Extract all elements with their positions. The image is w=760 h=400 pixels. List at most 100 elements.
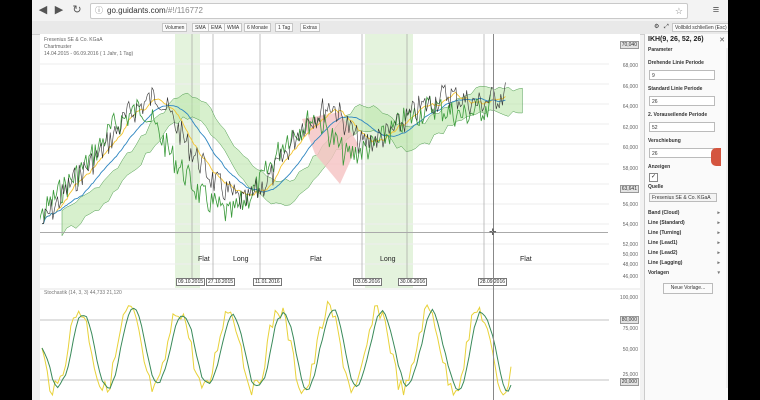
toolbar-interval-select[interactable]: 1 Tag (275, 23, 294, 32)
y-tick: 64,000 (622, 104, 638, 110)
y-tick: 56,000 (622, 202, 638, 208)
toolbar-volumen-button[interactable]: Volumen (162, 23, 188, 32)
new-template-button[interactable]: Neue Vorlage... (663, 283, 713, 294)
row-band-cloud[interactable]: Band (Cloud) ▸ (648, 210, 720, 216)
chevron-right-icon: ▸ (717, 260, 720, 266)
ichimoku-cloud (61, 85, 523, 237)
field-label: Anzeigen (648, 164, 671, 170)
browser-menu-icon[interactable]: ≡ (710, 3, 722, 17)
stoch-badge-upper: 80,000 (619, 316, 639, 324)
chevron-right-icon: ▸ (717, 250, 720, 256)
lead2-period-input[interactable]: 52 (649, 122, 715, 132)
stoch-d-line (41, 307, 512, 392)
price-badge-high: 70,040 (619, 41, 639, 49)
row-label: Line (Lead2) (648, 250, 678, 256)
standard-period-input[interactable]: 26 (649, 96, 715, 106)
price-badge-last: 63,641 (619, 185, 639, 193)
chart-toolbar: Volumen SMA EMA WMA 6 Monate 1 Tag Extra… (32, 21, 728, 35)
y-tick: 75,000 (622, 326, 638, 332)
row-line-turning[interactable]: Line (Turning) ▸ (648, 230, 720, 236)
row-line-lead2[interactable]: Line (Lead2) ▸ (648, 250, 720, 256)
phase-label-long: Long (233, 256, 249, 263)
close-icon[interactable]: ✕ (719, 36, 725, 44)
row-label: Line (Turning) (648, 230, 682, 236)
y-tick: 48,000 (622, 262, 638, 268)
y-tick: 54,000 (622, 222, 638, 228)
stochastic-chart-svg[interactable] (40, 290, 640, 400)
stochastic-chart[interactable]: Stochastik (14, 3, 3) 44,733 21,120 (40, 290, 640, 400)
field-label: Standard Linie Periode (648, 86, 703, 92)
row-label: Line (Standard) (648, 220, 685, 226)
show-checkbox[interactable]: ✓ (649, 173, 658, 182)
main-chart[interactable]: Fresenius SE & Co. KGaA Chartmuster 14.0… (40, 34, 640, 288)
source-select[interactable]: Fresenius SE & Co. KGaA (649, 193, 717, 202)
crosshair-horizontal (40, 232, 608, 233)
bookmark-star-icon[interactable]: ☆ (675, 4, 683, 18)
legend-range: 14.04.2015 - 06.09.2016 ( 1 Jahr, 1 Tag) (44, 51, 134, 57)
long-phase-band (175, 34, 200, 288)
stochastic-legend: Stochastik (14, 3, 3) 44,733 21,120 (44, 290, 122, 296)
y-tick: 66,000 (622, 84, 638, 90)
url-input[interactable]: ⓘ go.guidants.com/#!/116772 ☆ (90, 3, 688, 19)
crosshair-vertical (493, 34, 494, 400)
shift-input[interactable]: 26 (649, 148, 715, 158)
row-vorlagen[interactable]: Vorlagen ▾ (648, 270, 720, 276)
y-tick: 100,000 (619, 295, 638, 301)
chevron-right-icon: ▸ (717, 240, 720, 246)
toolbar-share-icon[interactable]: ⤢ (662, 23, 671, 32)
price-chart-svg[interactable] (40, 34, 640, 288)
address-bar-row: ◀ ▶ ↻ ⓘ go.guidants.com/#!/116772 ☆ ≡ (32, 0, 728, 22)
panel-title: IKH(9, 26, 52, 26) (648, 36, 704, 43)
panel-section-parameter[interactable]: Parameter (648, 47, 725, 53)
date-marker: 30.06.2016 (398, 278, 428, 286)
exit-fullscreen-button[interactable]: Vollbild schließen (Esc) (672, 23, 728, 32)
toolbar-sma-button[interactable]: SMA (192, 23, 209, 32)
price-y-axis: 70,040 68,000 66,000 64,000 62,000 60,00… (609, 34, 640, 288)
y-tick: 50,000 (622, 347, 638, 353)
row-label: Vorlagen (648, 270, 670, 276)
row-line-lagging[interactable]: Line (Lagging) ▸ (648, 260, 720, 266)
field-label: Verschiebung (648, 138, 681, 144)
panel-scrollbar[interactable] (726, 48, 728, 388)
chart-legend: Fresenius SE & Co. KGaA Chartmuster 14.0… (44, 37, 133, 58)
reload-icon[interactable]: ↻ (70, 3, 84, 17)
turning-period-input[interactable]: 9 (649, 70, 715, 80)
toolbar-extras-button[interactable]: Extras (300, 23, 321, 32)
field-label: Drehende Linie Periode (648, 60, 704, 66)
stochastic-y-axis: 100,000 80,000 75,000 50,000 25,000 20,0… (609, 290, 640, 400)
toolbar-period-select[interactable]: 6 Monate (244, 23, 271, 32)
field-label: 2. Vorauseilende Periode (648, 112, 708, 118)
y-tick: 62,000 (622, 125, 638, 131)
chevron-down-icon: ▾ (717, 270, 720, 276)
y-tick: 58,000 (622, 166, 638, 172)
chevron-right-icon: ▸ (717, 230, 720, 236)
toolbar-settings-icon[interactable]: ⚙ (652, 23, 661, 32)
toolbar-wma-button[interactable]: WMA (224, 23, 243, 32)
browser-window: ◀ ▶ ↻ ⓘ go.guidants.com/#!/116772 ☆ ≡ Vo… (32, 0, 728, 400)
date-marker: 09.10.2015 (176, 278, 206, 286)
y-tick: 52,000 (622, 242, 638, 248)
chevron-right-icon: ▸ (717, 220, 720, 226)
back-icon[interactable]: ◀ (36, 3, 50, 17)
y-tick: 50,000 (622, 252, 638, 258)
chevron-right-icon: ▸ (717, 210, 720, 216)
row-line-lead1[interactable]: Line (Lead1) ▸ (648, 240, 720, 246)
toolbar-ema-button[interactable]: EMA (208, 23, 225, 32)
url-host: go.guidants.com (107, 6, 166, 15)
row-label: Line (Lagging) (648, 260, 683, 266)
legend-instrument: Fresenius SE & Co. KGaA (44, 37, 103, 43)
side-handle[interactable] (711, 148, 721, 166)
page-info-icon[interactable]: ⓘ (95, 4, 103, 18)
indicator-settings-panel: IKH(9, 26, 52, 26) ✕ Parameter Drehende … (644, 34, 728, 400)
phase-label-flat: Flat (520, 256, 532, 263)
forward-icon[interactable]: ▶ (52, 3, 66, 17)
phase-label-flat: Flat (198, 256, 210, 263)
y-tick: 46,000 (622, 274, 638, 280)
date-marker: 03.05.2016 (353, 278, 383, 286)
url-path: /#!/116772 (165, 6, 203, 15)
stoch-badge-lower: 20,000 (619, 378, 639, 386)
row-label: Band (Cloud) (648, 210, 680, 216)
phase-label-flat: Flat (310, 256, 322, 263)
date-marker: 11.01.2016 (253, 278, 282, 286)
row-line-standard[interactable]: Line (Standard) ▸ (648, 220, 720, 226)
